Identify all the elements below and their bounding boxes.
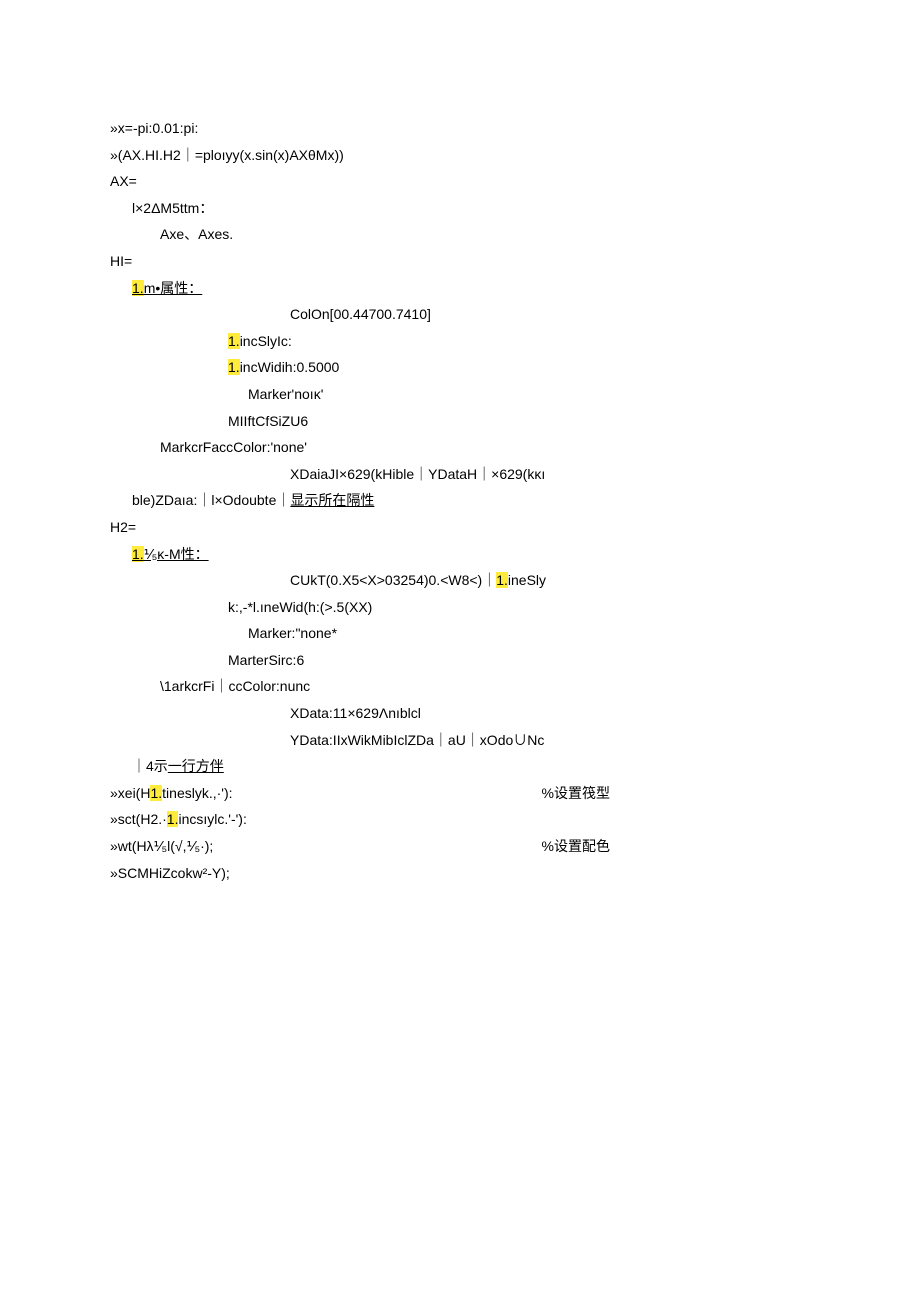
code-line: HI= (110, 248, 810, 275)
highlight: 1. (167, 811, 179, 827)
text: incsıylc.'-'): (178, 811, 246, 827)
text: »sct(H2.· (110, 811, 167, 827)
highlight: 1. (496, 572, 508, 588)
code-line: Marker:"none* (110, 620, 810, 647)
code-line: 1.incSlyIc: (110, 328, 810, 355)
text: incSlyIc: (240, 333, 292, 349)
text: ｜ (181, 147, 195, 163)
code-line: MarterSirc:6 (110, 647, 810, 674)
code-line: l×2ΔM5ttm： (110, 195, 810, 222)
code-line: AX= (110, 168, 810, 195)
code-line: ｜4示一行方伴 (110, 753, 810, 780)
text: =ploıyy(x.sin(x)AXθMx)) (195, 147, 344, 163)
code-line: H2= (110, 514, 810, 541)
code-line: XDaiaJI×629(kHible｜YDataH｜×629(kκı (110, 461, 810, 488)
code-line: Axe、Axes. (110, 221, 810, 248)
text: tineslyk.,·'): (162, 785, 232, 801)
code-line: »wt(Hλ⅟₅l(√,⅟₅·); %设置配色 (110, 833, 810, 860)
code-line: »SCMHiZcokw²-Y); (110, 860, 810, 887)
text: m•属性： (144, 280, 203, 296)
highlight: 1. (228, 333, 240, 349)
code-line: MarkcrFaccColor:'none' (110, 434, 810, 461)
text: »(AX.HI.H2 (110, 147, 181, 163)
text: ineSly (508, 572, 546, 588)
code-line: \1arkcrFi｜ccColor:nunc (110, 673, 810, 700)
text: »wt(Hλ⅟₅l(√,⅟₅·); (110, 833, 213, 860)
code-line: CUkT(0.X5<X>03254)0.<W8<)｜1.ineSly (110, 567, 810, 594)
text: ⅟₅κ-M性： (144, 546, 209, 562)
code-line: Marker'noıκ' (110, 381, 810, 408)
code-line: k:,-*l.ıneWid(h:(>.5(XX) (110, 594, 810, 621)
code-line: XData:11×629Λnıblcl (110, 700, 810, 727)
comment: %设置配色 (542, 833, 810, 860)
code-line: MIIftCfSiZU6 (110, 408, 810, 435)
code-line: ColOn[00.44700.7410] (110, 301, 810, 328)
code-line: ble)ZDaıa:｜l×Odoubte｜显示所在隔性 (110, 487, 810, 514)
text: incWidih:0.5000 (240, 359, 340, 375)
code-line: »xei(H1.tineslyk.,·'): %设置筏型 (110, 780, 810, 807)
comment: %设置筏型 (542, 780, 810, 807)
text: ｜4示 (132, 758, 168, 774)
text: »xei(H (110, 785, 150, 801)
highlight: 1. (150, 785, 162, 801)
text: ble)ZDaıa:｜l×Odoubte｜ (132, 492, 290, 508)
code-line: 1.⅟₅κ-M性： (110, 541, 810, 568)
text: CUkT(0.X5<X>03254)0.<W8<)｜ (290, 572, 496, 588)
code-line: YData:IIxWikMibIclZDa｜aU｜xOdo∪Nc (110, 727, 810, 754)
underlined-text: 显示所在隔性 (290, 492, 374, 508)
underlined-text: 一行方伴 (168, 758, 224, 774)
code-line: 1.incWidih:0.5000 (110, 354, 810, 381)
code-line: »x=-pi:0.01:pi: (110, 115, 810, 142)
highlight: 1. (228, 359, 240, 375)
highlight: 1. (132, 546, 144, 562)
code-line: »sct(H2.·1.incsıylc.'-'): (110, 806, 810, 833)
code-line: 1.m•属性： (110, 275, 810, 302)
highlight: 1. (132, 280, 144, 296)
code-line: »(AX.HI.H2｜=ploıyy(x.sin(x)AXθMx)) (110, 142, 810, 169)
